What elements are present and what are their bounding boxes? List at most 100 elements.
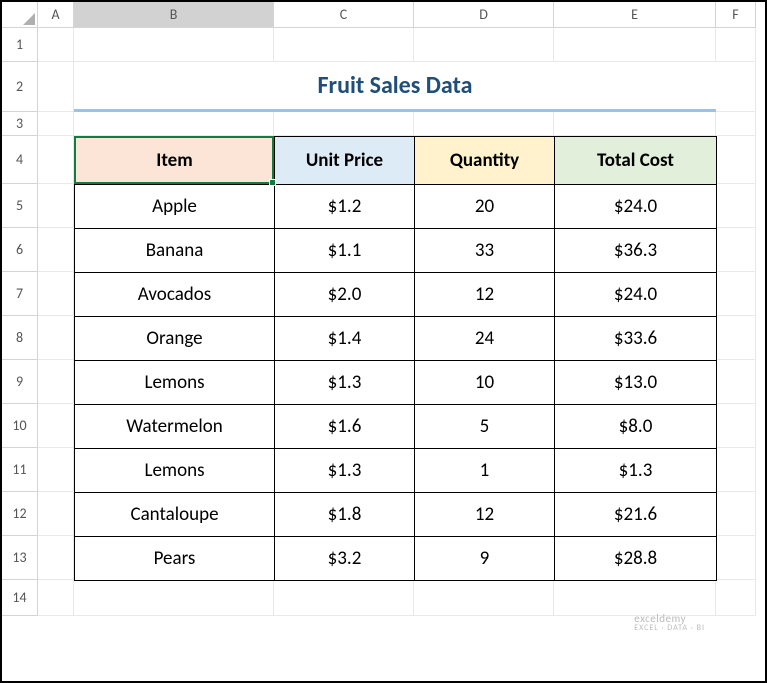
- cell-F10[interactable]: [716, 404, 756, 448]
- row-header-11[interactable]: 11: [2, 448, 38, 492]
- row-header-13[interactable]: 13: [2, 536, 38, 580]
- header-item[interactable]: Item: [75, 137, 275, 185]
- row-header-9[interactable]: 9: [2, 360, 38, 404]
- cell-unit_price[interactable]: $1.8: [275, 493, 415, 537]
- cell-C14[interactable]: [274, 580, 414, 616]
- cell-quantity[interactable]: 24: [415, 317, 555, 361]
- cell-unit_price[interactable]: $1.3: [275, 361, 415, 405]
- cell-F4[interactable]: [716, 136, 756, 184]
- cell-A8[interactable]: [38, 316, 74, 360]
- cell-total_cost[interactable]: $13.0: [555, 361, 717, 405]
- cell-E1[interactable]: [554, 28, 716, 62]
- cell-B14[interactable]: [74, 580, 274, 616]
- cell-unit_price[interactable]: $1.1: [275, 229, 415, 273]
- cell-quantity[interactable]: 9: [415, 537, 555, 581]
- cell-item[interactable]: Pears: [75, 537, 275, 581]
- cell-item[interactable]: Lemons: [75, 361, 275, 405]
- cell-total_cost[interactable]: $8.0: [555, 405, 717, 449]
- col-header-B[interactable]: B: [74, 2, 274, 28]
- cell-B3[interactable]: [74, 112, 274, 136]
- cell-item[interactable]: Banana: [75, 229, 275, 273]
- select-all-corner[interactable]: [2, 2, 38, 28]
- cell-total_cost[interactable]: $24.0: [555, 273, 717, 317]
- cell-unit_price[interactable]: $2.0: [275, 273, 415, 317]
- row-header-3[interactable]: 3: [2, 112, 38, 136]
- cell-quantity[interactable]: 12: [415, 493, 555, 537]
- row-header-10[interactable]: 10: [2, 404, 38, 448]
- cell-A13[interactable]: [38, 536, 74, 580]
- cell-unit_price[interactable]: $1.2: [275, 185, 415, 229]
- row-header-6[interactable]: 6: [2, 228, 38, 272]
- header-quantity[interactable]: Quantity: [415, 137, 555, 185]
- cell-total_cost[interactable]: $33.6: [555, 317, 717, 361]
- cell-F5[interactable]: [716, 184, 756, 228]
- cell-A7[interactable]: [38, 272, 74, 316]
- cell-F12[interactable]: [716, 492, 756, 536]
- cell-quantity[interactable]: 20: [415, 185, 555, 229]
- cell-A11[interactable]: [38, 448, 74, 492]
- cell-item[interactable]: Avocados: [75, 273, 275, 317]
- cell-F14[interactable]: [716, 580, 756, 616]
- cell-B1[interactable]: [74, 28, 274, 62]
- row-header-8[interactable]: 8: [2, 316, 38, 360]
- cell-unit_price[interactable]: $1.4: [275, 317, 415, 361]
- cell-D3[interactable]: [414, 112, 554, 136]
- cell-A4[interactable]: [38, 136, 74, 184]
- cell-quantity[interactable]: 12: [415, 273, 555, 317]
- row-header-1[interactable]: 1: [2, 28, 38, 62]
- cell-item[interactable]: Orange: [75, 317, 275, 361]
- cell-item[interactable]: Apple: [75, 185, 275, 229]
- cell-quantity[interactable]: 10: [415, 361, 555, 405]
- cell-total_cost[interactable]: $1.3: [555, 449, 717, 493]
- cell-F13[interactable]: [716, 536, 756, 580]
- cell-A3[interactable]: [38, 112, 74, 136]
- cell-item[interactable]: Cantaloupe: [75, 493, 275, 537]
- row-header-2[interactable]: 2: [2, 62, 38, 112]
- cell-A1[interactable]: [38, 28, 74, 62]
- cell-A5[interactable]: [38, 184, 74, 228]
- col-header-C[interactable]: C: [274, 2, 414, 28]
- cell-unit_price[interactable]: $1.3: [275, 449, 415, 493]
- col-header-E[interactable]: E: [554, 2, 716, 28]
- cell-total_cost[interactable]: $36.3: [555, 229, 717, 273]
- title-cell[interactable]: Fruit Sales Data: [74, 62, 716, 112]
- cell-D1[interactable]: [414, 28, 554, 62]
- row-header-5[interactable]: 5: [2, 184, 38, 228]
- col-header-A[interactable]: A: [38, 2, 74, 28]
- cell-C1[interactable]: [274, 28, 414, 62]
- cell-E3[interactable]: [554, 112, 716, 136]
- col-header-F[interactable]: F: [716, 2, 756, 28]
- cell-D14[interactable]: [414, 580, 554, 616]
- cell-quantity[interactable]: 1: [415, 449, 555, 493]
- row-header-4[interactable]: 4: [2, 136, 38, 184]
- cell-F1[interactable]: [716, 28, 756, 62]
- cell-A2[interactable]: [38, 62, 74, 112]
- cell-F8[interactable]: [716, 316, 756, 360]
- cell-F2[interactable]: [716, 62, 756, 112]
- header-total-cost[interactable]: Total Cost: [555, 137, 717, 185]
- cell-unit_price[interactable]: $1.6: [275, 405, 415, 449]
- cell-total_cost[interactable]: $28.8: [555, 537, 717, 581]
- cell-unit_price[interactable]: $3.2: [275, 537, 415, 581]
- cell-E14[interactable]: [554, 580, 716, 616]
- col-header-D[interactable]: D: [414, 2, 554, 28]
- cell-total_cost[interactable]: $24.0: [555, 185, 717, 229]
- cell-F7[interactable]: [716, 272, 756, 316]
- cell-total_cost[interactable]: $21.6: [555, 493, 717, 537]
- cell-quantity[interactable]: 5: [415, 405, 555, 449]
- cell-F6[interactable]: [716, 228, 756, 272]
- cell-F11[interactable]: [716, 448, 756, 492]
- cell-F3[interactable]: [716, 112, 756, 136]
- cell-A9[interactable]: [38, 360, 74, 404]
- cell-A14[interactable]: [38, 580, 74, 616]
- cell-item[interactable]: Lemons: [75, 449, 275, 493]
- cell-A6[interactable]: [38, 228, 74, 272]
- header-unit-price[interactable]: Unit Price: [275, 137, 415, 185]
- cell-C3[interactable]: [274, 112, 414, 136]
- cell-A10[interactable]: [38, 404, 74, 448]
- row-header-14[interactable]: 14: [2, 580, 38, 616]
- cell-item[interactable]: Watermelon: [75, 405, 275, 449]
- cell-A12[interactable]: [38, 492, 74, 536]
- cell-F9[interactable]: [716, 360, 756, 404]
- row-header-12[interactable]: 12: [2, 492, 38, 536]
